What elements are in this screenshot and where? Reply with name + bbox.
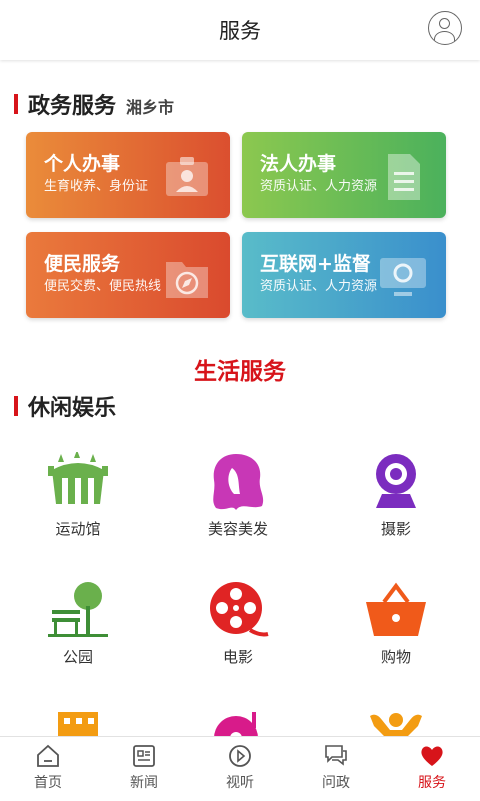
user-avatar-icon[interactable] — [428, 11, 462, 45]
card-subtitle: 便民交费、便民热线 — [44, 279, 162, 294]
grid-label: 美容美发 — [207, 520, 268, 538]
grid-label: 购物 — [380, 648, 411, 666]
home-icon — [37, 744, 59, 767]
leisure-section-title: 休闲娱乐 — [14, 390, 116, 422]
grid-item-partial-2[interactable] — [168, 708, 308, 738]
tab-news[interactable]: 新闻 — [96, 737, 192, 801]
play-icon — [229, 745, 251, 767]
building-icon — [58, 712, 98, 738]
document-icon — [388, 154, 420, 200]
tab-label: 服务 — [418, 775, 446, 791]
grid-label: 电影 — [222, 648, 253, 666]
beauty-icon — [213, 454, 264, 510]
tab-inquiry[interactable]: 问政 — [288, 737, 384, 801]
corporate-affairs-card[interactable]: 法人办事 资质认证、人力资源 — [242, 132, 446, 218]
city-selector[interactable]: 湘乡市 — [126, 94, 174, 118]
bottom-tab-bar: 首页 新闻 视听 问政 服务 — [0, 736, 480, 801]
id-badge-icon — [166, 157, 208, 196]
grid-label: 运动馆 — [55, 520, 101, 538]
monitor-icon — [380, 258, 426, 296]
card-subtitle: 资质认证、人力资源 — [260, 279, 378, 294]
news-icon — [133, 745, 155, 767]
tab-label: 新闻 — [130, 775, 158, 791]
tab-home[interactable]: 首页 — [0, 737, 96, 801]
tab-label: 首页 — [34, 775, 62, 791]
card-title: 便民服务 — [44, 253, 121, 275]
section-bar — [14, 396, 18, 416]
compass-folder-icon — [166, 262, 208, 298]
life-service-heading: 生活服务 — [194, 359, 286, 385]
park-icon — [48, 582, 108, 637]
card-title: 互联网+监督 — [260, 253, 371, 275]
tab-label: 视听 — [226, 775, 254, 791]
basket-icon — [366, 582, 426, 636]
grid-item-partial-3[interactable] — [326, 708, 466, 738]
gov-title: 政务服务 — [28, 94, 117, 119]
section-bar — [14, 94, 18, 114]
stadium-icon — [48, 452, 108, 504]
heart-icon — [421, 746, 443, 766]
card-title: 个人办事 — [44, 153, 121, 175]
film-reel-icon — [210, 582, 269, 637]
grid-item-partial-1[interactable] — [8, 708, 148, 738]
grid-label: 公园 — [62, 648, 93, 666]
fitness-icon — [370, 713, 422, 736]
tab-label: 问政 — [322, 775, 350, 791]
page-title: 服务 — [219, 19, 261, 43]
grid-label: 摄影 — [380, 520, 411, 538]
grid-item-shopping[interactable]: 购物 — [326, 580, 466, 667]
tab-video[interactable]: 视听 — [192, 737, 288, 801]
grid-item-beauty[interactable]: 美容美发 — [168, 452, 308, 539]
card-subtitle: 资质认证、人力资源 — [260, 179, 378, 194]
card-subtitle: 生育收养、身份证 — [44, 179, 149, 194]
card-title: 法人办事 — [260, 153, 337, 175]
chat-icon — [325, 745, 347, 766]
convenience-service-card[interactable]: 便民服务 便民交费、便民热线 — [26, 232, 230, 318]
webcam-icon — [376, 454, 416, 508]
grid-item-park[interactable]: 公园 — [8, 580, 148, 667]
leisure-title: 休闲娱乐 — [28, 396, 117, 421]
tab-service[interactable]: 服务 — [384, 737, 480, 801]
internet-supervision-card[interactable]: 互联网+监督 资质认证、人力资源 — [242, 232, 446, 318]
grid-item-stadium[interactable]: 运动馆 — [8, 452, 148, 539]
personal-affairs-card[interactable]: 个人办事 生育收养、身份证 — [26, 132, 230, 218]
music-disc-icon — [214, 712, 258, 738]
grid-item-movie[interactable]: 电影 — [168, 580, 308, 667]
gov-section-title: 政务服务 湘乡市 — [14, 88, 174, 120]
top-bar: 服务 — [0, 0, 480, 60]
grid-item-photography[interactable]: 摄影 — [326, 452, 466, 539]
